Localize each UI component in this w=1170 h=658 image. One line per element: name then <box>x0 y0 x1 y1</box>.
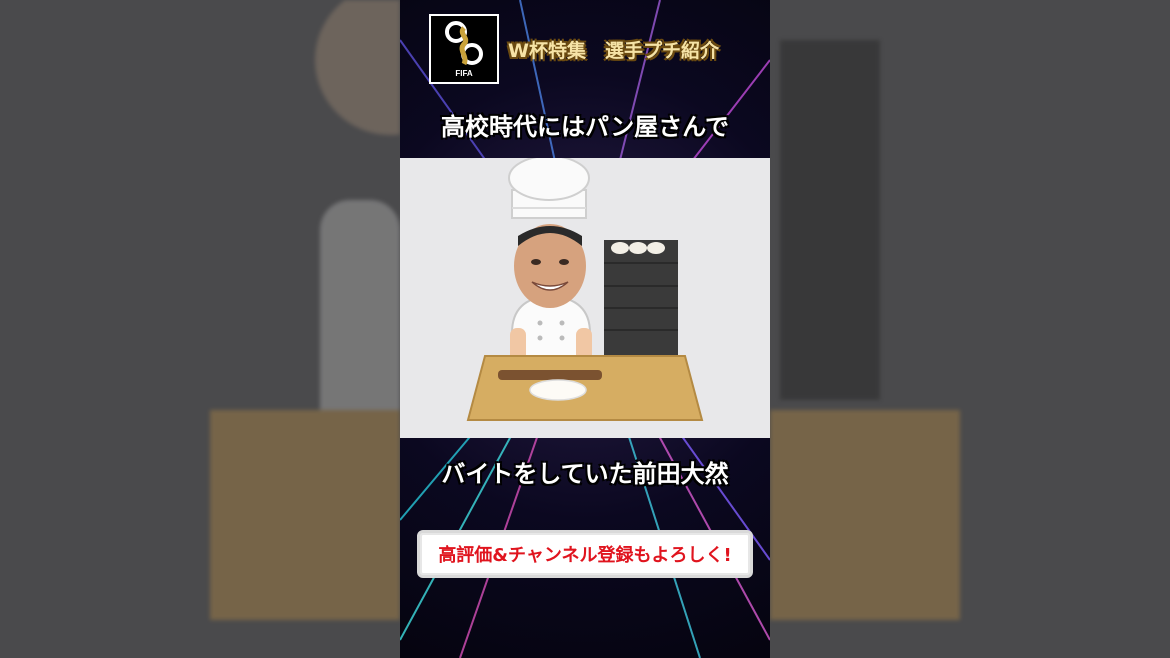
fifa-logo-label: FIFA <box>455 69 473 78</box>
bakery-illustration <box>400 158 770 438</box>
video-frame: FIFA W杯特集 選手プチ紹介 高校時代にはパン屋さんで バイトをしていた前田… <box>400 0 770 658</box>
caption-bottom: バイトをしていた前田大然 <box>441 460 729 488</box>
caption-top: 高校時代にはパン屋さんで <box>441 113 729 141</box>
world-cup-trophy-icon <box>445 21 483 66</box>
fifa-logo: FIFA <box>429 14 499 84</box>
background-blur-right <box>770 0 1170 658</box>
header-title: W杯特集 選手プチ紹介 <box>508 40 719 62</box>
like-subscribe-banner: 高評価&チャンネル登録もよろしく! <box>417 530 753 578</box>
background-blur-left <box>0 0 400 658</box>
